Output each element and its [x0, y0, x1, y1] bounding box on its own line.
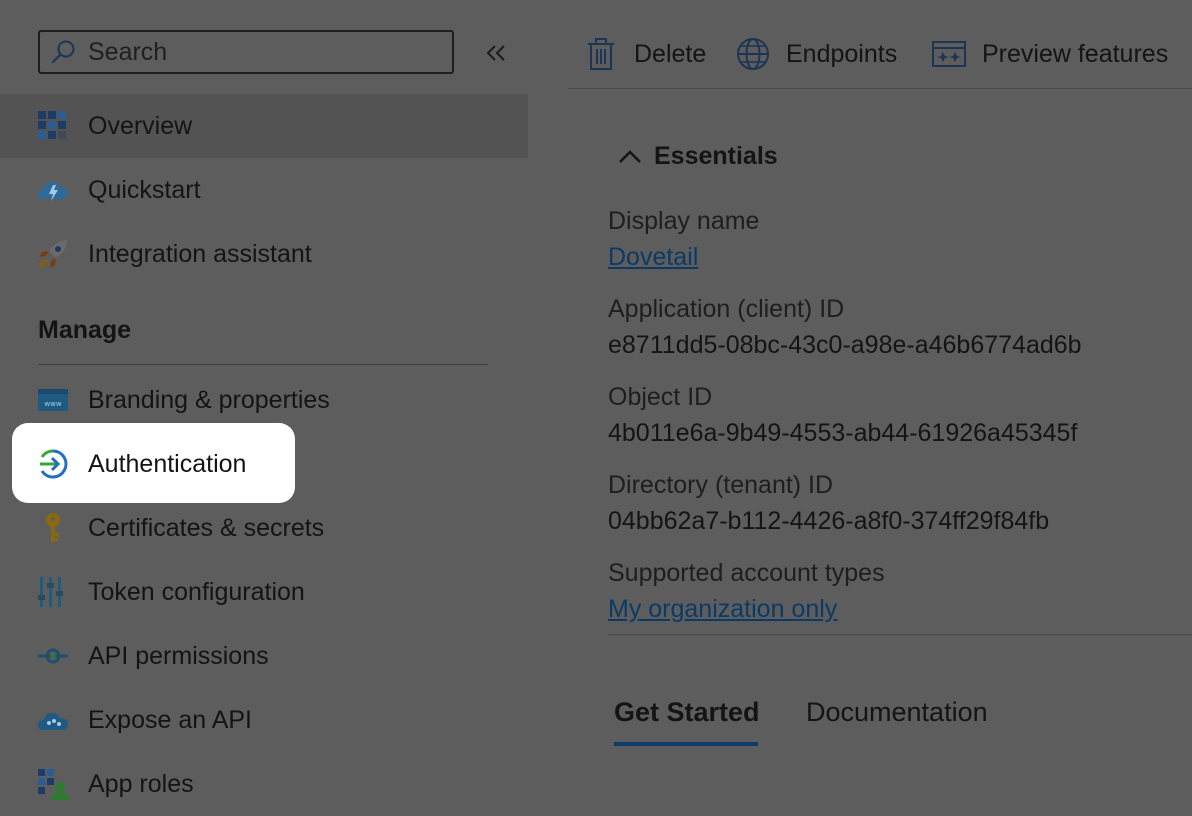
branding-www-icon: www	[38, 389, 68, 411]
trash-icon	[588, 38, 614, 70]
app-id-value: e8711dd5-08bc-43c0-a98e-a46b6774ad6b	[608, 331, 1082, 359]
app-roles-icon	[38, 769, 69, 800]
endpoints-button[interactable]: Endpoints	[736, 30, 897, 78]
sidebar-item-label: Quickstart	[88, 175, 201, 204]
sidebar-item-app-roles[interactable]: App roles	[0, 752, 528, 816]
rocket-icon	[39, 240, 67, 268]
sidebar-item-label: Integration assistant	[88, 239, 312, 268]
sidebar-item-token-configuration[interactable]: Token configuration	[0, 560, 528, 624]
sidebar-item-label: Expose an API	[88, 705, 253, 734]
search-icon	[51, 40, 75, 64]
preview-features-icon	[932, 41, 966, 67]
sidebar-item-overview[interactable]: Overview	[0, 94, 528, 158]
sidebar-item-label: Token configuration	[88, 577, 305, 606]
authentication-arrow-icon	[40, 449, 68, 479]
active-tab-underline	[614, 742, 758, 746]
sidebar-item-label: Overview	[88, 111, 193, 140]
sidebar-item-label: Certificates & secrets	[88, 513, 325, 542]
sidebar-item-label: Branding & properties	[88, 385, 330, 414]
key-icon	[46, 513, 60, 542]
sidebar-item-certificates[interactable]: Certificates & secrets	[0, 496, 528, 560]
api-permissions-icon	[38, 648, 68, 664]
delete-label: Delete	[634, 39, 707, 68]
sidebar-item-api-permissions[interactable]: API permissions	[0, 624, 528, 688]
sidebar-item-label: API permissions	[88, 641, 269, 670]
sidebar-item-expose-api[interactable]: Expose an API	[0, 688, 528, 752]
object-id-value: 4b011e6a-9b49-4553-ab44-61926a45345f	[608, 419, 1078, 447]
display-name-label: Display name	[608, 207, 760, 235]
search-box[interactable]	[38, 30, 454, 74]
manage-section-title: Manage	[38, 316, 132, 344]
double-chevron-left-icon[interactable]	[482, 38, 510, 68]
sidebar-item-authentication[interactable]: Authentication	[0, 432, 260, 496]
account-types-link[interactable]: My organization only	[608, 595, 837, 624]
quickstart-cloud-icon	[38, 182, 68, 201]
essentials-title: Essentials	[654, 142, 778, 170]
tenant-id-value: 04bb62a7-b112-4426-a8f0-374ff29f84fb	[608, 507, 1050, 535]
token-bars-icon	[38, 577, 63, 607]
section-divider	[38, 364, 488, 365]
preview-features-label: Preview features	[982, 39, 1169, 68]
display-name-link[interactable]: Dovetail	[608, 243, 698, 272]
essentials-divider	[608, 634, 1192, 635]
svg-text:www: www	[44, 400, 61, 408]
expose-api-cloud-icon	[38, 713, 68, 730]
account-types-label: Supported account types	[608, 559, 885, 587]
tab-get-started[interactable]: Get Started	[614, 697, 760, 728]
sidebar-item-branding[interactable]: www Branding & properties	[0, 368, 528, 432]
sidebar-item-label: Authentication	[88, 449, 247, 478]
sidebar-item-quickstart[interactable]: Quickstart	[0, 158, 528, 222]
sidebar-item-integration-assistant[interactable]: Integration assistant	[0, 222, 528, 286]
app-id-label: Application (client) ID	[608, 295, 845, 323]
preview-features-button[interactable]: Preview features	[932, 30, 1168, 78]
overview-grid-icon	[38, 111, 66, 139]
globe-icon	[737, 38, 769, 70]
endpoints-label: Endpoints	[786, 39, 898, 68]
search-input[interactable]	[88, 37, 452, 67]
sidebar-item-label: App roles	[88, 769, 194, 798]
tab-documentation[interactable]: Documentation	[806, 697, 988, 728]
tenant-id-label: Directory (tenant) ID	[608, 471, 834, 499]
object-id-label: Object ID	[608, 383, 713, 411]
toolbar-divider	[568, 88, 1192, 89]
essentials-toggle[interactable]: Essentials	[616, 142, 778, 171]
delete-button[interactable]: Delete	[584, 30, 706, 78]
chevron-up-icon	[619, 149, 641, 163]
